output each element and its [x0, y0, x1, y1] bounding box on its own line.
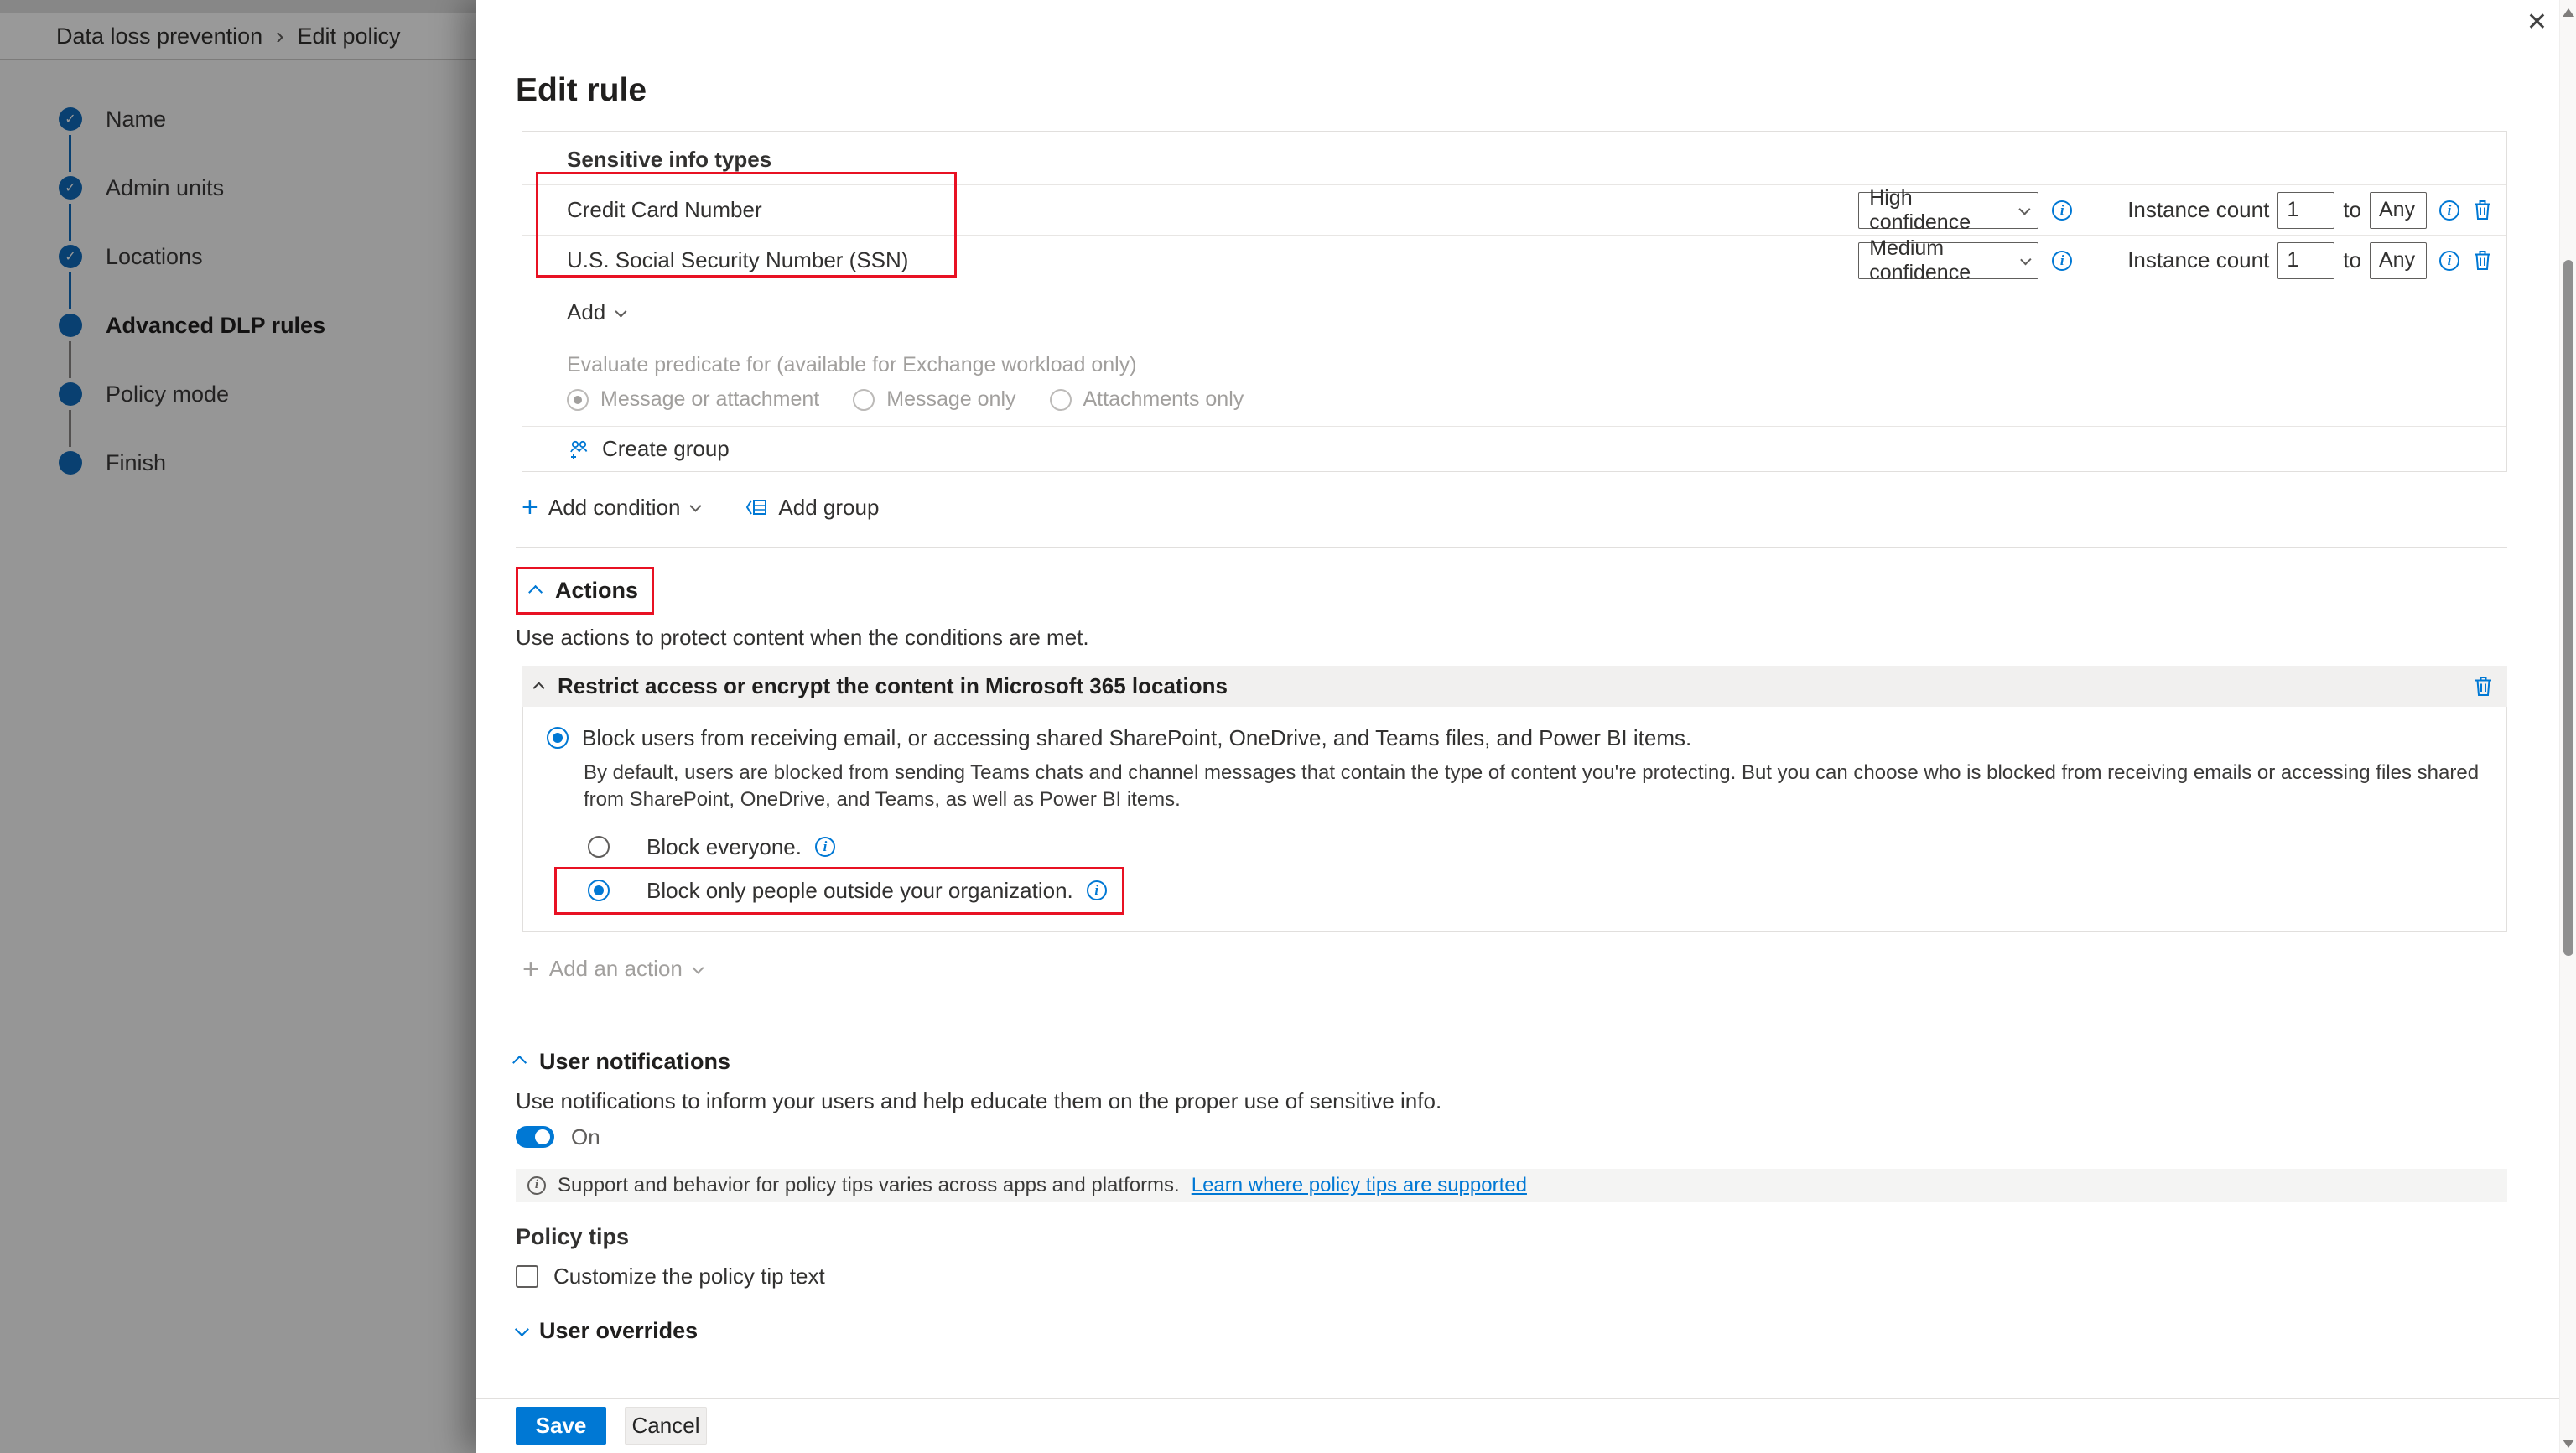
customize-policy-tip-checkbox-row[interactable]: Customize the policy tip text	[516, 1264, 2507, 1290]
chevron-down-icon	[514, 1322, 529, 1337]
chevron-down-icon	[2018, 203, 2031, 215]
scroll-up-arrow-icon[interactable]	[2563, 8, 2574, 17]
modal-overlay-scrim	[0, 0, 476, 1453]
cancel-button[interactable]: Cancel	[625, 1407, 707, 1445]
chevron-down-icon	[615, 305, 627, 318]
policy-tips-learn-link[interactable]: Learn where policy tips are supported	[1192, 1174, 1527, 1197]
chevron-up-icon	[512, 1056, 527, 1071]
modal-footer: Save Cancel	[476, 1398, 2559, 1453]
edit-rule-content: Edit rule Sensitive info types Credit Ca…	[476, 0, 2559, 1398]
save-button[interactable]: Save	[516, 1407, 606, 1445]
evaluate-predicate-label: Evaluate predicate for (available for Ex…	[567, 353, 1137, 376]
restrict-access-card: Restrict access or encrypt the content i…	[522, 666, 2507, 932]
plus-icon: +	[522, 952, 539, 985]
policy-tips-info-bar: Support and behavior for policy tips var…	[516, 1168, 2507, 1202]
instance-min-input[interactable]: 1	[2277, 191, 2335, 229]
info-icon[interactable]	[2439, 200, 2459, 221]
sensitive-type-name: Credit Card Number	[567, 197, 762, 222]
radio-icon	[588, 880, 610, 902]
restrict-access-card-header[interactable]: Restrict access or encrypt the content i…	[522, 666, 2507, 707]
radio-block-users[interactable]: Block users from receiving email, or acc…	[547, 725, 2486, 751]
radio-message-or-attachment[interactable]: Message or attachment	[567, 387, 819, 412]
actions-section-toggle[interactable]: Actions	[516, 567, 655, 615]
notifications-toggle[interactable]	[516, 1126, 554, 1149]
add-condition-button[interactable]: + Add condition	[522, 491, 702, 523]
info-icon[interactable]	[2052, 200, 2073, 221]
user-notifications-toggle[interactable]: User notifications	[512, 1049, 730, 1075]
radio-attachments-only[interactable]: Attachments only	[1049, 387, 1244, 412]
checkbox-icon[interactable]	[516, 1264, 538, 1288]
add-group-icon	[745, 497, 768, 517]
chevron-down-icon	[689, 500, 702, 512]
radio-icon	[588, 836, 610, 859]
scroll-down-arrow-icon[interactable]	[2563, 1440, 2574, 1448]
info-icon[interactable]	[2052, 250, 2073, 271]
info-icon[interactable]	[814, 837, 835, 858]
edit-rule-panel: ✕ Edit rule Sensitive info types Credit …	[476, 0, 2576, 1453]
instance-min-input[interactable]: 1	[2277, 241, 2335, 279]
conditions-group: Sensitive info types Credit Card Number …	[522, 131, 2507, 472]
to-label: to	[2343, 197, 2361, 222]
radio-icon	[567, 388, 589, 411]
actions-header: Actions	[555, 578, 639, 603]
scrollbar-thumb[interactable]	[2563, 260, 2573, 956]
annotation-box-block-outside: Block only people outside your organizat…	[554, 866, 1124, 915]
actions-intro-text: Use actions to protect content when the …	[516, 625, 1089, 650]
sensitive-type-name: U.S. Social Security Number (SSN)	[567, 247, 909, 272]
evaluate-predicate-section: Evaluate predicate for (available for Ex…	[522, 340, 2506, 426]
chevron-up-icon	[528, 584, 543, 599]
scrollbar[interactable]	[2559, 0, 2576, 1453]
radio-message-only[interactable]: Message only	[853, 387, 1016, 412]
radio-icon	[547, 727, 569, 749]
instance-max-input[interactable]: Any	[2370, 191, 2427, 229]
create-group-icon	[567, 438, 590, 460]
create-group-button[interactable]: Create group	[522, 426, 2506, 471]
chevron-up-icon	[532, 681, 545, 693]
delete-icon[interactable]	[2472, 249, 2493, 272]
confidence-select[interactable]: Medium confidence	[1858, 236, 2039, 284]
user-notifications-description: Use notifications to inform your users a…	[516, 1087, 1442, 1113]
delete-icon[interactable]	[2473, 675, 2494, 698]
radio-icon	[853, 388, 875, 411]
info-icon[interactable]	[1086, 880, 1107, 901]
radio-block-everyone[interactable]: Block everyone.	[547, 828, 2486, 867]
chevron-down-icon	[692, 962, 704, 974]
divider	[516, 547, 2507, 548]
instance-count-label: Instance count	[2127, 197, 2270, 222]
user-overrides-toggle[interactable]: User overrides	[514, 1318, 698, 1344]
info-icon[interactable]	[2439, 250, 2459, 271]
add-sensitive-type-button[interactable]: Add	[522, 285, 2506, 340]
add-action-button[interactable]: + Add an action	[522, 952, 2507, 986]
to-label: to	[2343, 247, 2361, 272]
page-title: Edit rule	[516, 72, 647, 108]
plus-icon: +	[522, 491, 538, 523]
confidence-select[interactable]: High confidence	[1858, 186, 2039, 234]
instance-count-label: Instance count	[2127, 247, 2270, 272]
block-option-description: By default, users are blocked from sendi…	[584, 761, 2480, 812]
info-icon	[527, 1175, 546, 1195]
toggle-state-label: On	[571, 1123, 600, 1149]
restrict-access-title: Restrict access or encrypt the content i…	[558, 673, 1228, 698]
delete-icon[interactable]	[2472, 199, 2493, 221]
background-page: Data loss prevention › Edit policy ✓ Nam…	[0, 0, 476, 1453]
sensitive-info-types-header: Sensitive info types	[567, 147, 772, 172]
radio-icon	[1049, 388, 1072, 411]
chevron-down-icon	[2019, 253, 2031, 265]
add-group-button[interactable]: Add group	[745, 495, 879, 521]
table-row-credit-card: Credit Card Number High confidence Insta…	[522, 184, 2506, 235]
radio-block-outside-org[interactable]: Block only people outside your organizat…	[557, 871, 1107, 911]
instance-max-input[interactable]: Any	[2370, 241, 2427, 279]
table-row-ssn: U.S. Social Security Number (SSN) Medium…	[522, 235, 2506, 285]
policy-tips-header: Policy tips	[516, 1223, 630, 1249]
